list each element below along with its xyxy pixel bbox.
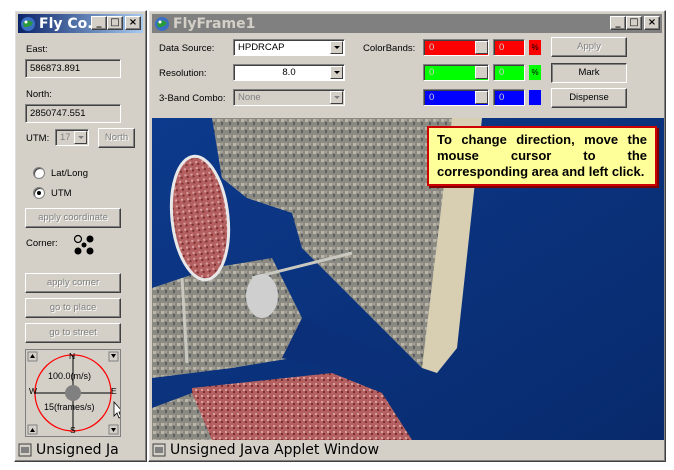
go-to-place-button[interactable]: go to place	[25, 298, 121, 318]
minimize-button[interactable]: _	[610, 16, 626, 30]
status-text: Unsigned Java Applet Window	[170, 442, 380, 458]
compass-west-label: W	[29, 386, 38, 396]
red-band-percent-field[interactable]: 0	[493, 39, 525, 56]
chevron-down-icon[interactable]	[330, 41, 343, 54]
compass-north-label: N	[69, 351, 76, 361]
left-status-bar: Unsigned Ja	[18, 440, 143, 460]
red-band-value: 0	[429, 42, 435, 53]
chevron-down-icon[interactable]	[475, 66, 488, 79]
utm-zone-value: 17	[60, 132, 71, 143]
utm-radio[interactable]	[33, 187, 45, 199]
compass-east-label: E	[111, 386, 117, 396]
compass-south-label: S	[70, 425, 76, 435]
minimize-button[interactable]: _	[91, 16, 107, 30]
chevron-down-icon[interactable]	[330, 91, 343, 104]
resolution-select[interactable]: 8.0	[233, 64, 345, 81]
fly-control-window: Fly Co... _ □ × East: 586873.891 North: …	[14, 10, 147, 462]
java-cup-icon	[155, 16, 169, 31]
direction-hint-callout: To change direction, move the mouse curs…	[427, 126, 657, 186]
north-field[interactable]: 2850747.551	[25, 104, 121, 123]
apply-coordinate-button[interactable]: apply coordinate	[25, 208, 121, 228]
speed-readout: 100.0(m/s)	[48, 371, 92, 381]
green-band-percent-field[interactable]: 0	[493, 64, 525, 81]
maximize-button[interactable]: □	[626, 16, 642, 30]
chevron-down-icon[interactable]	[475, 41, 488, 54]
latlong-radio[interactable]	[33, 167, 45, 179]
close-button[interactable]: ×	[644, 16, 660, 30]
direction-compass[interactable]: N S E W 100.0(m/s) 15(frames/s)	[25, 349, 121, 437]
applet-warning-icon	[18, 443, 32, 457]
chevron-down-icon[interactable]	[74, 131, 87, 144]
apply-corner-button[interactable]: apply corner	[25, 273, 121, 293]
corner-center[interactable]	[81, 242, 87, 248]
band-combo-select[interactable]: None	[233, 89, 345, 106]
utm-radio-label: UTM	[51, 188, 72, 199]
fly-control-titlebar[interactable]: Fly Co... _ □ ×	[18, 14, 143, 33]
resolution-label: Resolution:	[159, 68, 207, 79]
compass-center-dot	[65, 385, 81, 401]
data-source-value: HPDRCAP	[238, 42, 285, 53]
flyframe-titlebar[interactable]: FlyFrame1 _ □ ×	[152, 14, 662, 33]
green-percent-icon: %	[529, 65, 541, 80]
window-title: FlyFrame1	[173, 15, 256, 32]
band-combo-value: None	[238, 92, 261, 103]
utm-label: UTM:	[26, 133, 50, 144]
compass-drawing[interactable]	[26, 350, 120, 436]
close-button[interactable]: ×	[125, 16, 141, 30]
chevron-down-icon[interactable]	[475, 91, 488, 104]
frame-rate-readout: 15(frames/s)	[44, 402, 95, 412]
aerial-map-view[interactable]: To change direction, move the mouse curs…	[152, 118, 664, 440]
java-cup-icon	[21, 16, 35, 31]
maximize-button[interactable]: □	[107, 16, 123, 30]
corner-se[interactable]	[86, 247, 94, 255]
apply-button[interactable]: Apply	[551, 37, 627, 57]
chevron-down-icon[interactable]	[330, 66, 343, 79]
resolution-value: 8.0	[282, 67, 296, 78]
mouse-cursor-icon	[113, 400, 120, 419]
red-percent-icon: %	[529, 40, 541, 55]
data-source-select[interactable]: HPDRCAP	[233, 39, 345, 56]
data-source-label: Data Source:	[159, 43, 215, 54]
corner-ne[interactable]	[86, 235, 94, 243]
east-field[interactable]: 586873.891	[25, 59, 121, 78]
applet-warning-icon	[152, 443, 166, 457]
blue-band-value: 0	[429, 92, 435, 103]
flyframe-window: FlyFrame1 _ □ × Data Source: HPDRCAP Res…	[148, 10, 666, 462]
band-combo-label: 3-Band Combo:	[159, 93, 226, 104]
utm-zone-select[interactable]: 17	[55, 129, 89, 146]
north-button[interactable]: North	[98, 128, 135, 148]
corner-sw[interactable]	[74, 247, 82, 255]
main-status-bar: Unsigned Java Applet Window	[152, 440, 662, 460]
latlong-label: Lat/Long	[51, 168, 88, 179]
north-label: North:	[26, 89, 52, 100]
blue-band-percent-field[interactable]: 0	[493, 89, 525, 106]
blue-percent-icon: %	[529, 90, 541, 105]
green-band-value: 0	[429, 67, 435, 78]
corner-selector[interactable]	[70, 231, 98, 259]
corner-nw[interactable]	[73, 234, 83, 244]
dispense-button[interactable]: Dispense	[551, 88, 627, 108]
mark-button[interactable]: Mark	[551, 63, 627, 83]
east-label: East:	[26, 44, 48, 55]
corner-label: Corner:	[26, 238, 58, 249]
colorbands-label: ColorBands:	[363, 43, 416, 54]
go-to-street-button[interactable]: go to street	[25, 323, 121, 343]
status-text: Unsigned Ja	[36, 442, 119, 458]
